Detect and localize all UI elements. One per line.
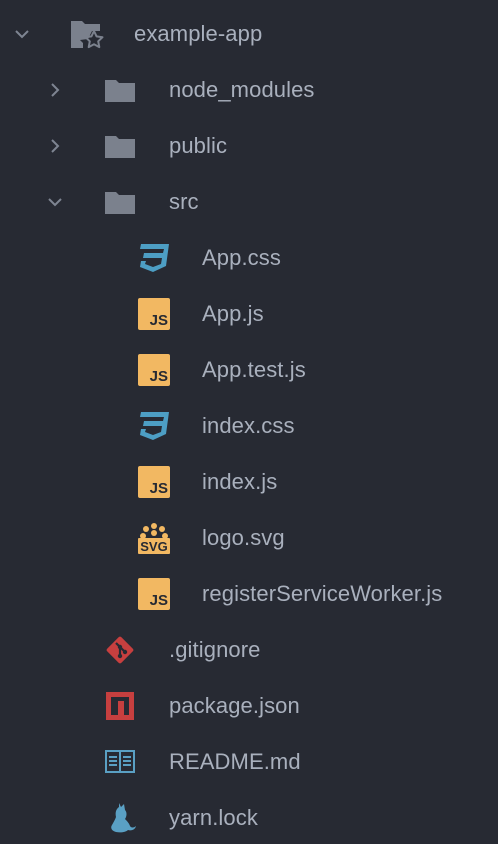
js-badge-text: JS bbox=[149, 592, 168, 609]
book-icon bbox=[102, 734, 138, 790]
js-badge-text: JS bbox=[149, 480, 168, 497]
svg-badge-text: SVG bbox=[140, 539, 167, 554]
chevron-right-icon[interactable] bbox=[43, 118, 67, 174]
chevron-down-icon[interactable] bbox=[10, 6, 34, 62]
tree-item-label: App.js bbox=[202, 301, 264, 326]
css3-icon bbox=[136, 398, 172, 454]
git-icon bbox=[102, 622, 138, 678]
folder-star-icon bbox=[70, 6, 106, 62]
tree-item-app-js[interactable]: JS App.js bbox=[0, 286, 498, 342]
tree-item-label: README.md bbox=[169, 749, 301, 774]
tree-item-example-app[interactable]: example-app bbox=[0, 6, 498, 62]
chevron-right-icon[interactable] bbox=[43, 62, 67, 118]
tree-item-label: App.test.js bbox=[202, 357, 306, 382]
tree-item-label: App.css bbox=[202, 245, 281, 270]
tree-item-label: yarn.lock bbox=[169, 805, 258, 830]
file-tree: example-app node_modules public src App.… bbox=[0, 0, 498, 844]
js-badge-text: JS bbox=[149, 368, 168, 385]
tree-item-public[interactable]: public bbox=[0, 118, 498, 174]
tree-item-label: .gitignore bbox=[169, 637, 261, 662]
css3-icon bbox=[136, 230, 172, 286]
js-icon: JS bbox=[136, 454, 172, 510]
tree-item-label: logo.svg bbox=[202, 525, 285, 550]
tree-item-logo-svg[interactable]: SVG logo.svg bbox=[0, 510, 498, 566]
yarn-cat-icon bbox=[102, 790, 138, 844]
tree-item-label: index.css bbox=[202, 413, 295, 438]
tree-item-app-css[interactable]: App.css bbox=[0, 230, 498, 286]
tree-item-src[interactable]: src bbox=[0, 174, 498, 230]
chevron-down-icon[interactable] bbox=[43, 174, 67, 230]
tree-item-label: public bbox=[169, 133, 228, 158]
js-icon: JS bbox=[136, 286, 172, 342]
tree-item-label: example-app bbox=[134, 21, 263, 46]
tree-item-register-service-worker-js[interactable]: JS registerServiceWorker.js bbox=[0, 566, 498, 622]
tree-item-label: index.js bbox=[202, 469, 278, 494]
tree-item-index-js[interactable]: JS index.js bbox=[0, 454, 498, 510]
js-icon: JS bbox=[136, 342, 172, 398]
tree-item-label: src bbox=[169, 189, 199, 214]
tree-item-yarn-lock[interactable]: yarn.lock bbox=[0, 790, 498, 844]
tree-item-gitignore[interactable]: .gitignore bbox=[0, 622, 498, 678]
npm-icon bbox=[102, 678, 138, 734]
folder-icon bbox=[102, 174, 138, 230]
tree-item-readme-md[interactable]: README.md bbox=[0, 734, 498, 790]
js-badge-text: JS bbox=[149, 312, 168, 329]
tree-item-index-css[interactable]: index.css bbox=[0, 398, 498, 454]
folder-icon bbox=[102, 118, 138, 174]
tree-item-label: node_modules bbox=[169, 77, 315, 102]
tree-item-package-json[interactable]: package.json bbox=[0, 678, 498, 734]
tree-item-app-test-js[interactable]: JS App.test.js bbox=[0, 342, 498, 398]
svg-icon: SVG bbox=[136, 510, 172, 566]
folder-icon bbox=[102, 62, 138, 118]
tree-item-label: package.json bbox=[169, 693, 300, 718]
tree-item-label: registerServiceWorker.js bbox=[202, 581, 443, 606]
tree-item-node-modules[interactable]: node_modules bbox=[0, 62, 498, 118]
js-icon: JS bbox=[136, 566, 172, 622]
